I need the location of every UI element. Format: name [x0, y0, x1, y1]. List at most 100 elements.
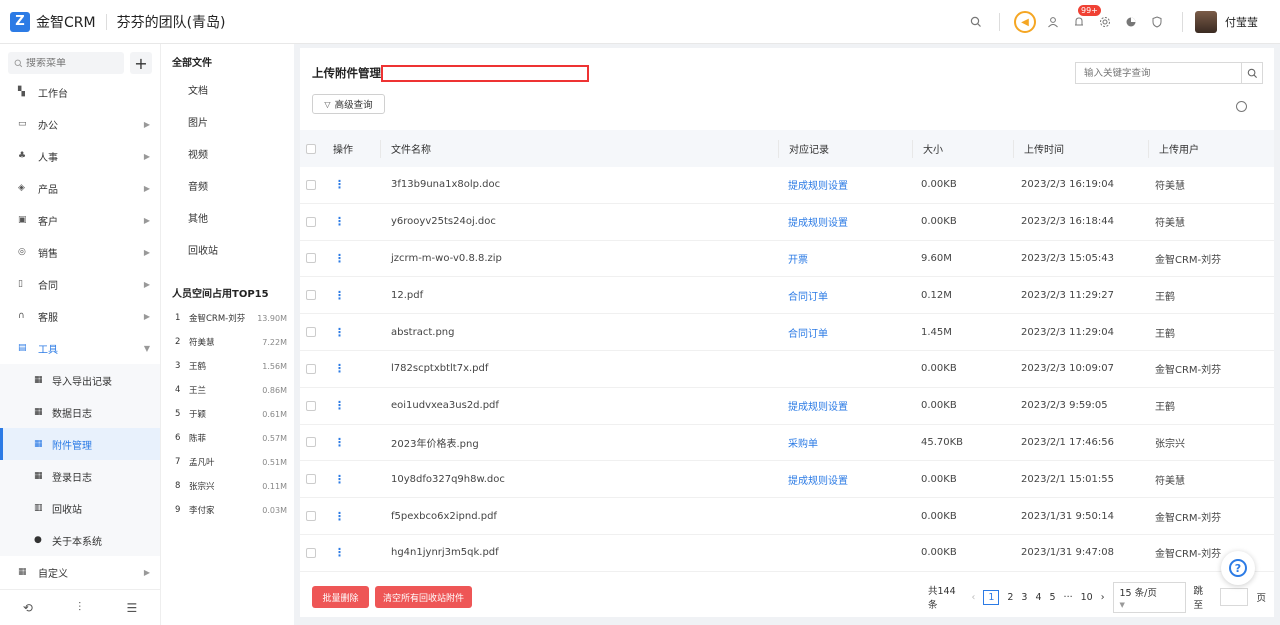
sidebar-subitem-import-export[interactable]: ▦ 导入导出记录 [0, 364, 160, 396]
batch-delete-button[interactable]: 批量删除 [312, 586, 369, 608]
record-link[interactable]: 合同订单 [788, 292, 828, 303]
record-link[interactable]: 提成规则设置 [788, 181, 848, 192]
table-row[interactable]: ⋮ 10y8dfo327q9h8w.doc 提成规则设置 0.00KB 2023/2/1… [300, 461, 1274, 499]
file-name[interactable]: l782scptxbtlt7x.pdf [380, 363, 777, 374]
user-name[interactable]: 付莹莹 [1225, 14, 1258, 30]
page-4[interactable]: 4 [1035, 592, 1041, 603]
clear-recycle-button[interactable]: 清空所有回收站附件 [375, 586, 472, 608]
add-button[interactable]: + [130, 52, 152, 74]
more-actions-icon[interactable]: ⋮ [333, 436, 345, 449]
file-name[interactable]: 12.pdf [380, 290, 777, 301]
avatar[interactable] [1195, 11, 1217, 33]
contacts-icon[interactable] [1040, 9, 1066, 35]
shield-icon[interactable] [1144, 9, 1170, 35]
sidebar-subitem-about[interactable]: ● 关于本系统 [0, 524, 160, 556]
category-images[interactable]: 图片 [161, 108, 295, 140]
record-link[interactable]: 开票 [788, 255, 808, 266]
table-row[interactable]: ⋮ l782scptxbtlt7x.pdf 0.00KB 2023/2/3 10:09… [300, 351, 1274, 388]
jump-page-input[interactable] [1219, 588, 1249, 606]
announcement-icon[interactable]: ◀ [1014, 11, 1036, 33]
more-actions-icon[interactable]: ⋮ [333, 399, 345, 412]
more-actions-icon[interactable]: ⋮ [333, 546, 345, 559]
more-actions-icon[interactable]: ⋮ [333, 215, 345, 228]
row-checkbox[interactable] [306, 327, 316, 338]
sidebar-item-customer[interactable]: ▣ 客户 ▶ [0, 204, 160, 236]
row-checkbox[interactable] [306, 216, 316, 227]
row-checkbox[interactable] [306, 511, 316, 522]
record-link[interactable]: 采购单 [788, 439, 818, 450]
app-title[interactable]: 金智CRM [36, 12, 96, 32]
sidebar-item-sales[interactable]: ◎ 销售 ▶ [0, 236, 160, 268]
column-settings-icon[interactable] [1236, 101, 1247, 112]
help-button[interactable]: ? [1221, 551, 1255, 585]
sidebar-item-contract[interactable]: ▯ 合同 ▶ [0, 268, 160, 300]
history-icon[interactable]: ⟲ [23, 601, 33, 615]
file-name[interactable]: f5pexbco6x2ipnd.pdf [380, 511, 777, 522]
more-actions-icon[interactable]: ⋮ [333, 326, 345, 339]
page-5[interactable]: 5 [1050, 592, 1056, 603]
col-time[interactable]: 上传时间 [1014, 130, 1148, 167]
record-link[interactable]: 合同订单 [788, 329, 828, 340]
table-row[interactable]: ⋮ f5pexbco6x2ipnd.pdf 0.00KB 2023/1/31 9:50… [300, 498, 1274, 535]
table-row[interactable]: ⋮ y6rooyv25ts24oj.doc 提成规则设置 0.00KB 2023/2/3… [300, 204, 1274, 241]
search-icon[interactable] [963, 9, 989, 35]
table-row[interactable]: ⋮ 2023年价格表.png 采购单 45.70KB 2023/2/1 17:46:56… [300, 425, 1274, 462]
page-1[interactable]: 1 [983, 589, 1000, 605]
sliders-icon[interactable]: ⫶ [78, 600, 81, 615]
row-checkbox[interactable] [306, 474, 316, 485]
file-name[interactable]: jzcrm-m-wo-v0.8.8.zip [380, 253, 777, 264]
record-link[interactable]: 提成规则设置 [788, 476, 848, 487]
category-recycle[interactable]: 回收站 [161, 236, 295, 268]
file-name[interactable]: 3f13b9una1x8olp.doc [380, 179, 777, 190]
record-link[interactable]: 提成规则设置 [788, 218, 848, 229]
row-checkbox[interactable] [306, 290, 316, 301]
more-actions-icon[interactable]: ⋮ [333, 252, 345, 265]
sidebar-subitem-recycle[interactable]: ▥ 回收站 [0, 492, 160, 524]
file-name[interactable]: eoi1udvxea3us2d.pdf [380, 400, 777, 411]
category-audio[interactable]: 音频 [161, 172, 295, 204]
sidebar-item-custom[interactable]: ▦ 自定义 ▶ [0, 556, 160, 588]
row-checkbox[interactable] [306, 437, 316, 448]
more-actions-icon[interactable]: ⋮ [333, 178, 345, 191]
file-name[interactable]: abstract.png [380, 327, 777, 338]
row-checkbox[interactable] [306, 363, 316, 374]
category-other[interactable]: 其他 [161, 204, 295, 236]
page-10[interactable]: 10 [1081, 592, 1093, 603]
sidebar-subitem-login-log[interactable]: ▦ 登录日志 [0, 460, 160, 492]
more-actions-icon[interactable]: ⋮ [333, 510, 345, 523]
select-all-checkbox[interactable] [306, 143, 316, 154]
page-size-select[interactable]: 15 条/页 ▼ [1112, 581, 1186, 613]
table-row[interactable]: ⋮ 3f13b9una1x8olp.doc 提成规则设置 0.00KB 2023/2/3… [300, 167, 1274, 204]
sidebar-subitem-attachment[interactable]: ▦ 附件管理 [0, 428, 160, 460]
advanced-query-button[interactable]: ▽ 高级查询 [312, 94, 385, 114]
prev-page-icon[interactable]: ‹ [972, 592, 976, 603]
page-3[interactable]: 3 [1021, 592, 1027, 603]
statistics-pie-icon[interactable] [1118, 9, 1144, 35]
notification-bell-icon[interactable]: 99+ [1066, 5, 1101, 35]
collapse-menu-icon[interactable]: ☰ [127, 601, 138, 615]
row-checkbox[interactable] [306, 253, 316, 264]
next-page-icon[interactable]: › [1101, 592, 1105, 603]
col-record[interactable]: 对应记录 [779, 130, 912, 167]
col-name[interactable]: 文件名称 [381, 130, 778, 167]
more-actions-icon[interactable]: ⋮ [333, 362, 345, 375]
table-row[interactable]: ⋮ abstract.png 合同订单 1.45M 2023/2/3 11:29:04 王… [300, 314, 1274, 351]
sidebar-subitem-data-log[interactable]: ▦ 数据日志 [0, 396, 160, 428]
file-name[interactable]: 10y8dfo327q9h8w.doc [380, 474, 777, 485]
col-size[interactable]: 大小 [913, 130, 1013, 167]
file-name[interactable]: hg4n1jynrj3m5qk.pdf [380, 547, 777, 558]
row-checkbox[interactable] [306, 547, 316, 558]
row-checkbox[interactable] [306, 400, 316, 411]
more-actions-icon[interactable]: ⋮ [333, 473, 345, 486]
sidebar-item-product[interactable]: ◈ 产品 ▶ [0, 172, 160, 204]
record-link[interactable]: 提成规则设置 [788, 402, 848, 413]
all-files-title[interactable]: 全部文件 [172, 54, 212, 69]
team-name[interactable]: 芬芬的团队(青岛) [117, 12, 226, 32]
category-documents[interactable]: 文档 [161, 76, 295, 108]
app-logo[interactable]: Z [10, 11, 30, 32]
table-row[interactable]: ⋮ hg4n1jynrj3m5qk.pdf 0.00KB 2023/1/31 9:47… [300, 535, 1274, 572]
search-button[interactable] [1241, 62, 1263, 84]
table-row[interactable]: ⋮ 12.pdf 合同订单 0.12M 2023/2/3 11:29:27 王鹤 [300, 277, 1274, 315]
page-ellipsis[interactable]: ··· [1064, 592, 1073, 603]
sidebar-item-workbench[interactable]: ▚ 工作台 [0, 76, 160, 108]
